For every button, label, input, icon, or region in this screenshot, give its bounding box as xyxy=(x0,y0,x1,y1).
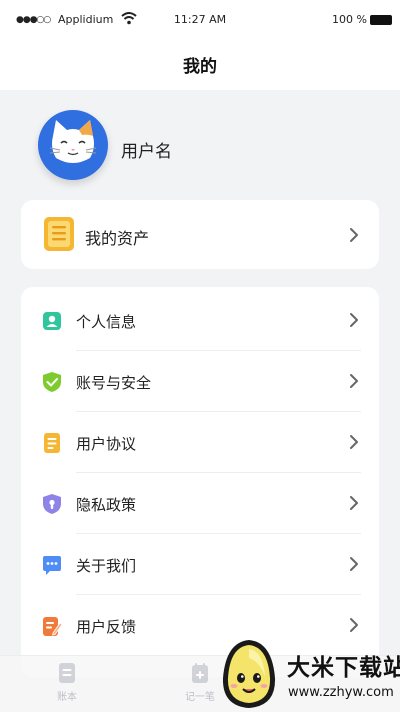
chevron-right-icon xyxy=(350,496,358,510)
document-icon xyxy=(44,433,60,453)
chevron-right-icon xyxy=(350,435,358,449)
watermark: 大米下载站 www.zzhyw.com xyxy=(212,632,400,711)
watermark-title: 大米下载站 xyxy=(287,655,400,681)
assets-card[interactable]: 我的资产 xyxy=(21,200,379,269)
privacy-shield-icon xyxy=(43,494,61,514)
tab-label: 账本 xyxy=(57,692,77,703)
battery-icon xyxy=(370,15,392,25)
chevron-right-icon xyxy=(350,557,358,571)
mascot-logo-icon xyxy=(222,640,276,708)
menu-item-label: 隐私政策 xyxy=(76,496,137,514)
battery-percent: 100 % xyxy=(332,13,367,26)
menu-item-personal-info[interactable]: 个人信息 xyxy=(21,290,379,350)
menu-item-account-security[interactable]: 账号与安全 xyxy=(21,351,379,411)
chevron-right-icon xyxy=(350,228,358,242)
assets-icon xyxy=(44,217,74,251)
settings-menu: 个人信息 账号与安全 用户协议 隐私政策 关于我们 用户反馈 xyxy=(21,287,379,677)
page-title: 我的 xyxy=(183,57,217,77)
menu-item-label: 用户协议 xyxy=(76,435,137,453)
tab-ledger[interactable]: 账本 xyxy=(37,662,97,703)
menu-item-label: 账号与安全 xyxy=(76,374,152,392)
ledger-icon xyxy=(59,663,75,683)
chat-bubble-icon xyxy=(43,556,61,575)
menu-item-label: 关于我们 xyxy=(76,557,137,575)
chevron-right-icon xyxy=(350,374,358,388)
status-bar: ●●●○○ Applidium 11:27 AM 100 % xyxy=(0,0,400,40)
username[interactable]: 用户名 xyxy=(121,137,172,162)
menu-item-label: 个人信息 xyxy=(76,313,137,331)
menu-item-about-us[interactable]: 关于我们 xyxy=(21,534,379,594)
top-bar: ●●●○○ Applidium 11:27 AM 100 % 我的 xyxy=(0,0,400,90)
menu-item-label: 用户反馈 xyxy=(76,618,137,636)
cat-avatar-icon[interactable] xyxy=(38,110,108,180)
feedback-edit-icon xyxy=(43,617,63,636)
chevron-right-icon xyxy=(350,618,358,632)
menu-item-privacy-policy[interactable]: 隐私政策 xyxy=(21,473,379,533)
chevron-right-icon xyxy=(350,313,358,327)
watermark-url: www.zzhyw.com xyxy=(288,685,394,700)
person-card-icon xyxy=(43,312,61,330)
calendar-add-icon xyxy=(192,663,208,683)
assets-label: 我的资产 xyxy=(85,229,150,248)
menu-item-user-agreement[interactable]: 用户协议 xyxy=(21,412,379,472)
shield-check-icon xyxy=(43,372,61,392)
